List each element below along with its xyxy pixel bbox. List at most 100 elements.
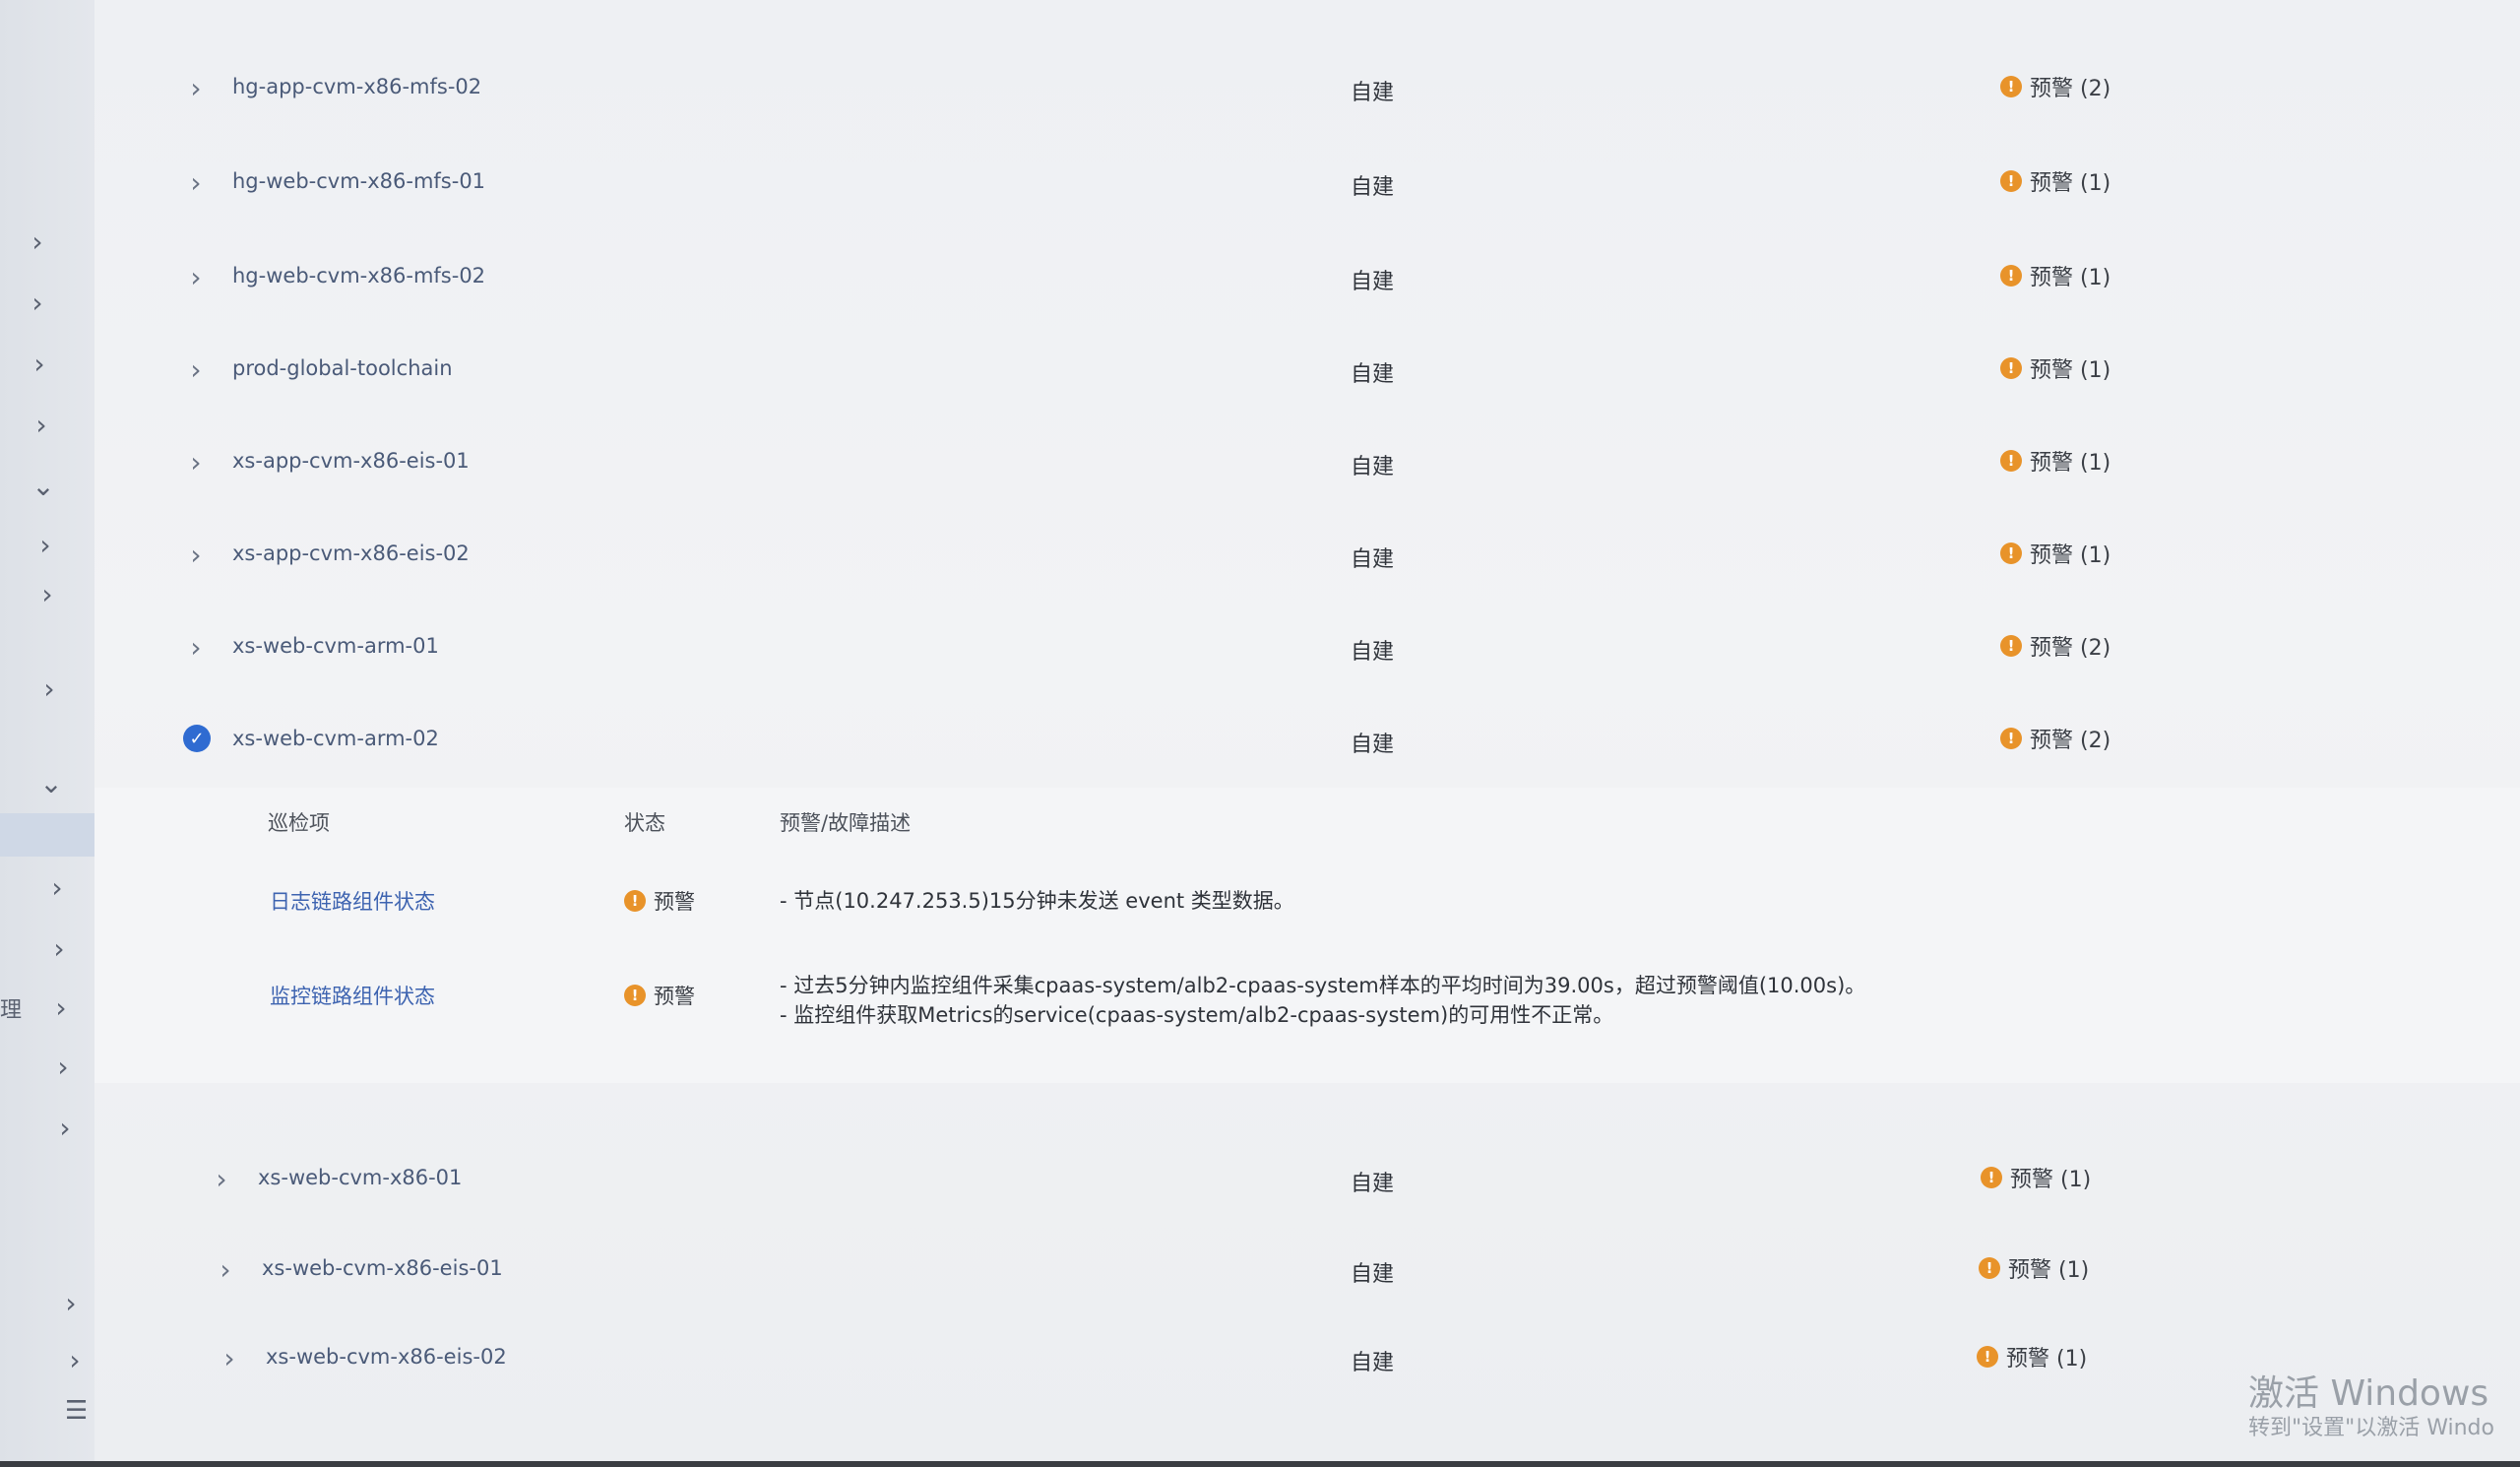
chevron-right-icon[interactable]: › <box>183 166 209 199</box>
row-name[interactable]: xs-web-cvm-x86-01 <box>258 1166 462 1189</box>
detail-state-label: 预警 <box>654 890 695 914</box>
sidebar-expand-icon[interactable]: › <box>57 1290 85 1317</box>
detail-item-state: ! 预警 <box>624 981 695 1010</box>
detail-header-item: 巡检项 <box>268 811 330 835</box>
warning-icon: ! <box>624 985 646 1006</box>
row-name[interactable]: xs-web-cvm-x86-eis-01 <box>262 1256 503 1280</box>
detail-item-state: ! 预警 <box>624 886 695 916</box>
row-status: ! 预警 (2) <box>2000 630 2110 662</box>
row-status: ! 预警 (1) <box>2000 165 2110 197</box>
chevron-right-icon[interactable]: › <box>209 1163 234 1195</box>
chevron-right-icon[interactable]: › <box>183 539 209 571</box>
sidebar: › › › › ⌄ › › › ⌄ › › 理 › › › › › ☰ <box>0 0 94 1467</box>
sidebar-expand-icon[interactable]: › <box>24 228 51 256</box>
detail-header-state: 状态 <box>624 811 665 835</box>
warning-icon: ! <box>2000 76 2022 97</box>
sidebar-expand-icon[interactable]: › <box>26 351 53 378</box>
chevron-right-icon[interactable]: › <box>183 261 209 293</box>
row-name[interactable]: xs-web-cvm-arm-02 <box>232 727 439 750</box>
sidebar-collapse-icon[interactable]: ⌄ <box>37 770 65 797</box>
row-status-label: 预警 (2) <box>2030 729 2111 753</box>
sidebar-expand-icon[interactable]: › <box>45 935 73 963</box>
detail-item-desc: - 过去5分钟内监控组件采集cpaas-system/alb2-cpaas-sy… <box>780 971 1865 1030</box>
row-name[interactable]: hg-app-cvm-x86-mfs-02 <box>232 75 481 98</box>
warning-icon: ! <box>1981 1167 2002 1188</box>
chevron-right-icon[interactable]: › <box>183 631 209 664</box>
table-row[interactable]: › hg-app-cvm-x86-mfs-02 自建 ! 预警 (2) <box>167 59 2235 118</box>
row-status-label: 预警 (1) <box>2030 266 2111 290</box>
sidebar-active-item[interactable] <box>0 813 94 857</box>
chevron-right-icon[interactable]: › <box>183 446 209 478</box>
row-status-label: 预警 (1) <box>2030 171 2111 196</box>
screen: › › › › ⌄ › › › ⌄ › › 理 › › › › › ☰ › hg… <box>0 0 2520 1467</box>
table-row[interactable]: › xs-web-cvm-x86-01 自建 ! 预警 (1) <box>193 1150 2260 1209</box>
row-status-label: 预警 (1) <box>2006 1347 2088 1371</box>
row-source: 自建 <box>1351 640 1395 665</box>
warning-icon: ! <box>2000 542 2022 564</box>
detail-desc-line: - 过去5分钟内监控组件采集cpaas-system/alb2-cpaas-sy… <box>780 974 1866 997</box>
row-name[interactable]: hg-web-cvm-x86-mfs-02 <box>232 264 485 287</box>
row-name[interactable]: prod-global-toolchain <box>232 356 453 380</box>
detail-desc-line: - 节点(10.247.253.5)15分钟未发送 event 类型数据。 <box>780 889 1294 913</box>
row-source: 自建 <box>1351 362 1395 387</box>
row-name[interactable]: xs-web-cvm-x86-eis-02 <box>266 1345 507 1369</box>
sidebar-expand-icon[interactable]: › <box>32 532 59 559</box>
warning-icon: ! <box>1979 1257 2000 1279</box>
table-row[interactable]: › xs-web-cvm-x86-eis-01 自建 ! 预警 (1) <box>197 1241 2264 1300</box>
sidebar-expand-icon[interactable]: › <box>51 1115 79 1142</box>
sidebar-expand-icon[interactable]: › <box>35 675 63 703</box>
row-source: 自建 <box>1351 455 1395 479</box>
sidebar-expand-icon[interactable]: › <box>43 874 71 902</box>
sidebar-expand-icon[interactable]: › <box>61 1347 89 1374</box>
row-status-label: 预警 (2) <box>2030 77 2111 101</box>
sidebar-item-label: 理 <box>0 998 23 1023</box>
row-status: ! 预警 (1) <box>1979 1252 2089 1284</box>
row-source: 自建 <box>1351 1262 1395 1287</box>
chevron-right-icon[interactable]: › <box>217 1342 242 1374</box>
table-row[interactable]: › xs-web-cvm-arm-01 自建 ! 预警 (2) <box>167 618 2235 677</box>
check-circle-icon[interactable]: ✓ <box>183 725 211 752</box>
menu-icon[interactable]: ☰ <box>65 1396 88 1426</box>
sidebar-expand-icon[interactable]: › <box>49 1053 77 1081</box>
sidebar-expand-icon[interactable]: › <box>28 412 55 439</box>
row-source: 自建 <box>1351 547 1395 572</box>
table-row[interactable]: › xs-app-cvm-x86-eis-02 自建 ! 预警 (1) <box>167 526 2235 585</box>
row-status: ! 预警 (1) <box>2000 445 2110 477</box>
detail-state-label: 预警 <box>654 985 695 1008</box>
row-status-label: 预警 (1) <box>2010 1168 2092 1192</box>
warning-icon: ! <box>2000 450 2022 472</box>
warning-icon: ! <box>2000 635 2022 657</box>
warning-icon: ! <box>1977 1346 1998 1368</box>
chevron-right-icon[interactable]: › <box>213 1253 238 1286</box>
chevron-right-icon[interactable]: › <box>183 72 209 104</box>
detail-item-name[interactable]: 监控链路组件状态 <box>270 981 435 1010</box>
table-row[interactable]: › xs-app-cvm-x86-eis-01 自建 ! 预警 (1) <box>167 433 2235 492</box>
sidebar-expand-icon[interactable]: › <box>33 581 61 608</box>
detail-panel: 巡检项 状态 预警/故障描述 日志链路组件状态 ! 预警 - 节点(10.247.… <box>94 788 2520 1083</box>
row-source: 自建 <box>1351 81 1395 105</box>
row-status: ! 预警 (1) <box>2000 352 2110 384</box>
row-name[interactable]: xs-app-cvm-x86-eis-01 <box>232 449 470 473</box>
table-row[interactable]: › hg-web-cvm-x86-mfs-02 自建 ! 预警 (1) <box>167 248 2235 307</box>
table-row-selected[interactable]: ✓ xs-web-cvm-arm-02 自建 ! 预警 (2) <box>167 711 2235 770</box>
table-row[interactable]: › prod-global-toolchain 自建 ! 预警 (1) <box>167 341 2235 400</box>
row-status-label: 预警 (2) <box>2030 636 2111 661</box>
row-name[interactable]: hg-web-cvm-x86-mfs-01 <box>232 169 485 193</box>
table-row[interactable]: › hg-web-cvm-x86-mfs-01 自建 ! 预警 (1) <box>167 154 2235 213</box>
row-name[interactable]: xs-app-cvm-x86-eis-02 <box>232 542 470 565</box>
row-name[interactable]: xs-web-cvm-arm-01 <box>232 634 439 658</box>
row-status: ! 预警 (1) <box>2000 260 2110 291</box>
row-status: ! 预警 (1) <box>1981 1162 2091 1193</box>
row-status-label: 预警 (1) <box>2030 358 2111 383</box>
row-status-label: 预警 (1) <box>2030 543 2111 568</box>
chevron-right-icon[interactable]: › <box>183 353 209 386</box>
detail-item-name[interactable]: 日志链路组件状态 <box>270 886 435 916</box>
detail-desc-line: - 监控组件获取Metrics的service(cpaas-system/alb… <box>780 1003 1614 1027</box>
warning-icon: ! <box>2000 357 2022 379</box>
row-status-label: 预警 (1) <box>2030 451 2111 476</box>
sidebar-expand-icon[interactable]: › <box>24 289 51 317</box>
sidebar-collapse-icon[interactable]: ⌄ <box>30 473 57 500</box>
sidebar-expand-icon[interactable]: › <box>47 994 75 1022</box>
table-row[interactable]: › xs-web-cvm-x86-eis-02 自建 ! 预警 (1) <box>201 1329 2268 1388</box>
row-source: 自建 <box>1351 175 1395 200</box>
